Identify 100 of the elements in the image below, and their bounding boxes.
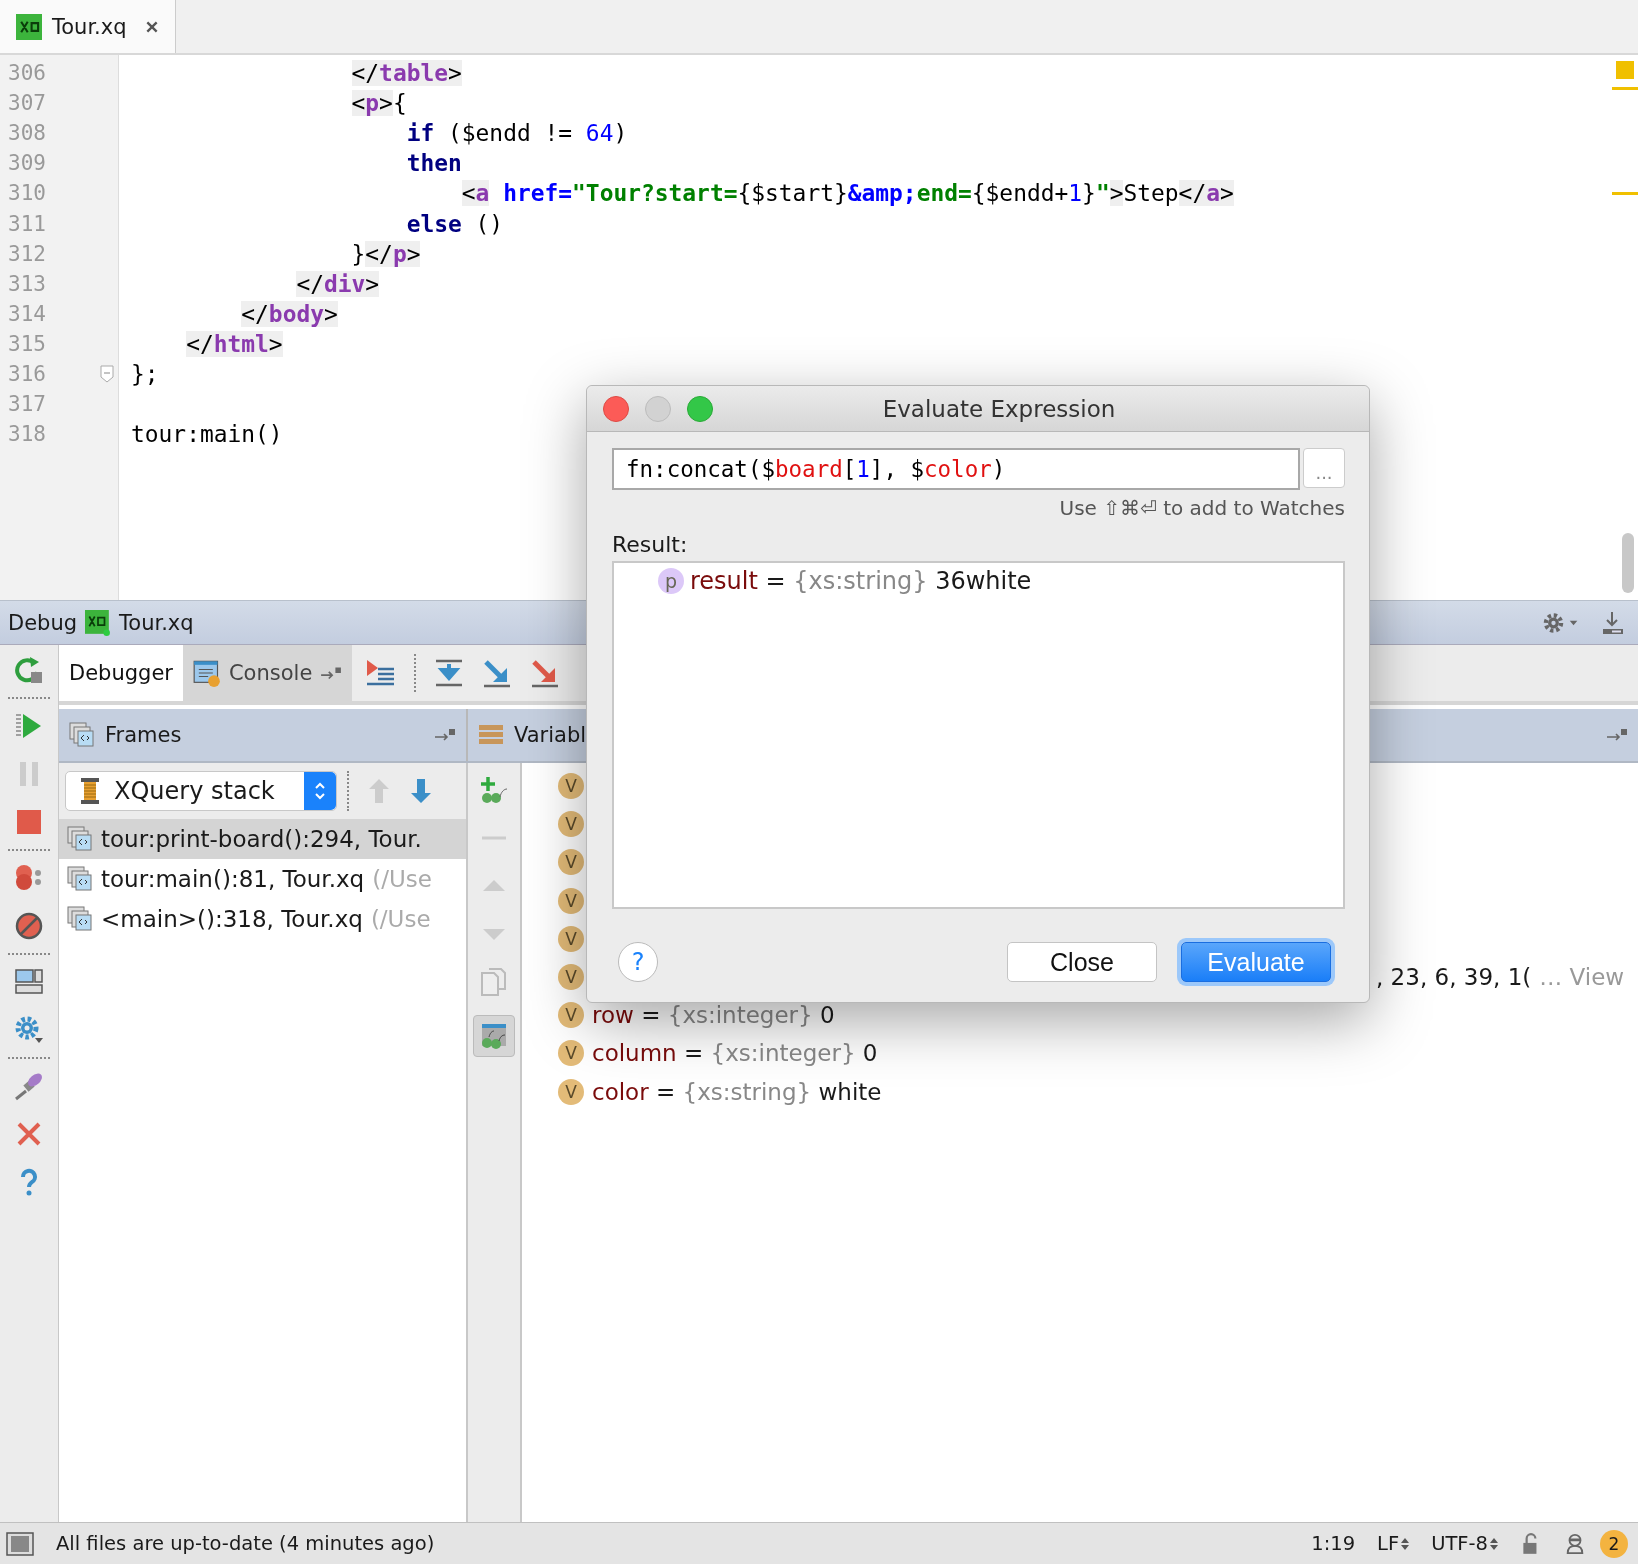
variable-icon: V — [558, 811, 584, 838]
down-arrow-icon[interactable] — [409, 777, 433, 805]
dialog-title: Evaluate Expression — [882, 395, 1116, 422]
line-number: 308 — [7, 121, 47, 146]
settings-icon[interactable] — [14, 1015, 44, 1045]
frame-row[interactable]: tour:print-board():294, Tour. — [59, 819, 466, 859]
frame-row[interactable]: <main>():318, Tour.xq (/Use — [59, 899, 466, 939]
code-line: }; — [131, 361, 159, 387]
result-entry[interactable]: result = {xs:string} 36white — [690, 567, 1032, 595]
line-number: 314 — [7, 301, 47, 326]
panel-tab[interactable]: Console — [182, 645, 353, 701]
fold-icon[interactable] — [100, 365, 114, 383]
line-number: 318 — [7, 422, 47, 447]
result-label: Result: — [612, 532, 689, 557]
line-number: 309 — [7, 151, 47, 176]
copy-icon[interactable] — [479, 967, 509, 997]
panel-title: Debug — [8, 610, 78, 635]
variable-icon: V — [558, 849, 584, 876]
scrollbar[interactable] — [1622, 533, 1634, 593]
variable-icon: V — [558, 925, 584, 952]
frame-icon — [67, 906, 93, 932]
rerun-icon[interactable] — [14, 655, 44, 685]
stack-dropdown[interactable]: XQuery stack — [65, 771, 337, 811]
hide-arrow-icon[interactable] — [1606, 728, 1628, 742]
hint-text: Use ⇧⌘⏎ to add to Watches — [1058, 496, 1345, 520]
expand-button[interactable]: ... — [1303, 448, 1345, 488]
variable-icon: V — [558, 1078, 584, 1105]
variable-entry: column = {xs:integer} 0 — [592, 1040, 878, 1067]
expression-field[interactable]: fn:concat($board[1], $color) — [612, 448, 1300, 490]
xq-file-icon — [16, 13, 42, 40]
warning-marker[interactable] — [1616, 61, 1634, 79]
code-line: tour:main() — [131, 421, 283, 448]
panel-tab[interactable]: Debugger — [59, 645, 183, 701]
line-number: 315 — [7, 331, 47, 356]
mute-breakpoints-icon[interactable] — [14, 911, 44, 941]
line-number: 307 — [7, 91, 47, 116]
code-line: </table> — [350, 60, 462, 87]
step-over-icon[interactable] — [434, 658, 465, 688]
close-button[interactable]: Close — [1007, 942, 1157, 982]
variable-icon: V — [558, 773, 584, 800]
help-button[interactable]: ? — [618, 942, 658, 982]
xq-file-icon — [85, 609, 112, 636]
add-watch-icon[interactable] — [479, 775, 509, 805]
line-number: 306 — [7, 61, 47, 86]
updown-icon — [1401, 1536, 1410, 1551]
change-marker[interactable] — [1612, 87, 1638, 90]
code-line: </body> — [240, 300, 338, 327]
step-into-icon[interactable] — [482, 658, 513, 688]
run-config-name: Tour.xq — [119, 610, 194, 635]
line-number: 313 — [7, 271, 47, 296]
layout-icon[interactable] — [14, 967, 44, 997]
tab-label: Tour.xq — [52, 14, 127, 39]
code-line: then — [405, 150, 462, 177]
close-window-button[interactable] — [603, 395, 629, 422]
line-number: 317 — [7, 392, 47, 417]
panel-toggle-icon[interactable] — [6, 1529, 34, 1558]
variable-icon: V — [558, 887, 584, 914]
line-number: 316 — [7, 362, 47, 386]
close-icon[interactable] — [144, 19, 159, 34]
zoom-window-button[interactable] — [687, 395, 713, 422]
spool-icon — [80, 777, 100, 805]
code-line: <a href="Tour?start={$start}&amp;end={$endd+1}">Step</a> — [460, 180, 1234, 207]
show-execution-point-icon[interactable] — [366, 658, 397, 688]
line-number: 311 — [7, 211, 47, 236]
variable-icon: V — [558, 964, 584, 991]
variable-value: , 23, 6, 39, 1( — [1376, 964, 1532, 991]
code-line: </html> — [185, 330, 283, 357]
cursor-position[interactable]: 1:19 — [1311, 1532, 1356, 1555]
line-ending-selector[interactable]: LF — [1377, 1532, 1410, 1555]
code-line: </div> — [295, 270, 380, 297]
frame-row[interactable]: tour:main():81, Tour.xq (/Use — [59, 859, 466, 899]
breakpoints-icon[interactable] — [14, 863, 44, 893]
pin-arrow-icon — [320, 666, 343, 680]
variable-entry: color = {xs:string} white — [592, 1078, 882, 1105]
frames-title: Frames — [105, 723, 182, 747]
glasses-icon[interactable] — [479, 1021, 509, 1051]
download-icon[interactable] — [1602, 609, 1624, 636]
stop-icon[interactable] — [14, 807, 44, 837]
code-line: else () — [405, 210, 504, 237]
code-line: <p>{ — [350, 90, 407, 117]
file-tab[interactable]: Tour.xq — [0, 0, 176, 53]
code-line: if ($endd != 64) — [405, 120, 628, 147]
line-number: 310 — [7, 181, 47, 206]
variable-entry: row = {xs:integer} 0 — [592, 1002, 835, 1029]
encoding-selector[interactable]: UTF-8 — [1431, 1532, 1498, 1555]
frames-icon — [69, 722, 95, 748]
pin-icon[interactable] — [14, 1071, 44, 1101]
hide-arrow-icon[interactable] — [434, 728, 456, 742]
updown-icon — [1490, 1536, 1498, 1551]
change-marker[interactable] — [1612, 192, 1638, 195]
force-step-into-icon[interactable] — [530, 658, 561, 688]
console-icon — [192, 659, 221, 687]
notification-badge[interactable]: 2 — [1600, 1529, 1628, 1558]
line-number: 312 — [7, 241, 47, 266]
property-icon: p — [658, 568, 684, 594]
status-message: All files are up-to-date (4 minutes ago) — [56, 1532, 435, 1555]
inspector-icon[interactable] — [1564, 1531, 1586, 1556]
code-line: }</p> — [350, 240, 421, 267]
frame-icon — [67, 866, 93, 892]
frame-icon — [67, 826, 93, 852]
